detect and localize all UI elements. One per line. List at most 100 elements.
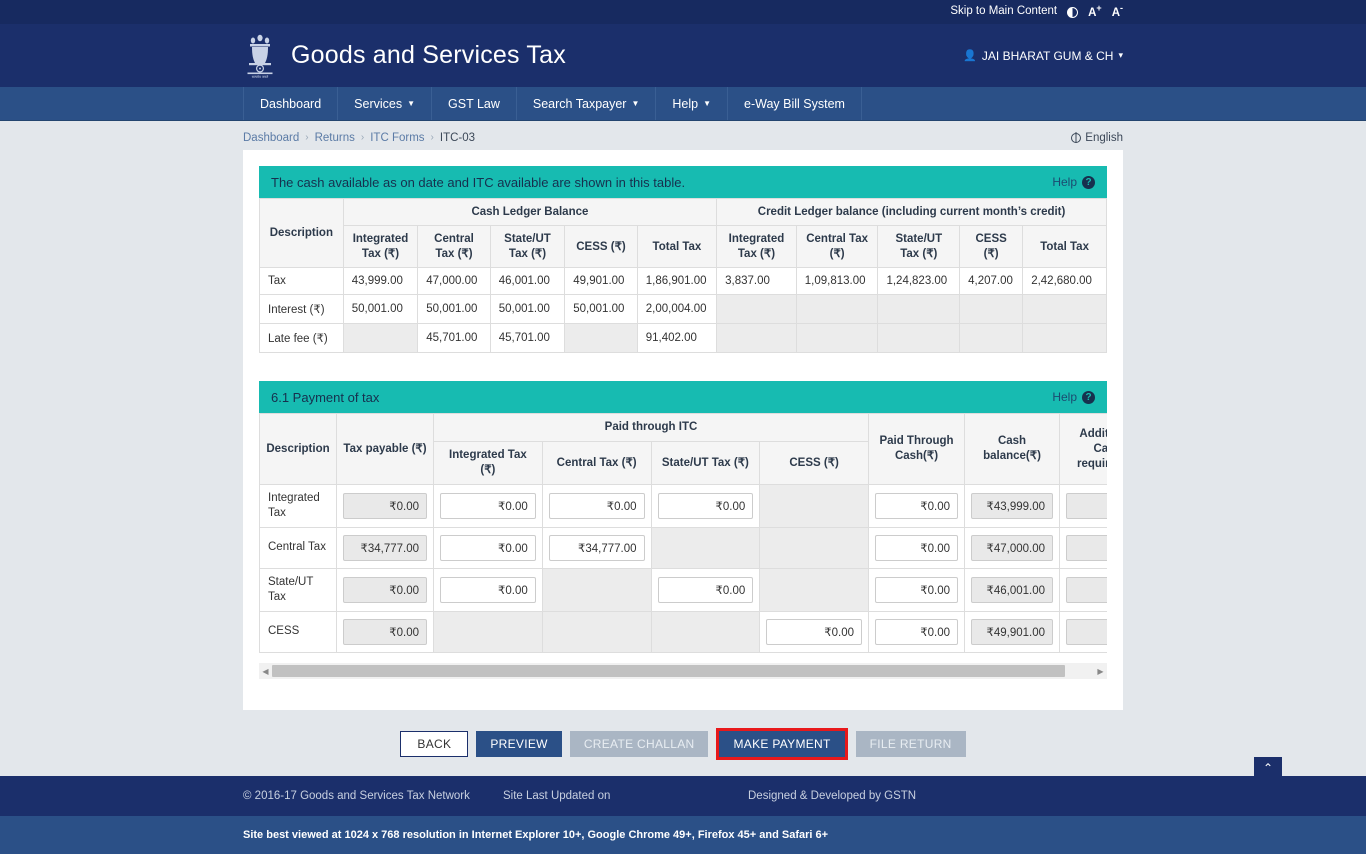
tax-payable-input — [343, 576, 427, 603]
cell-empty — [342, 323, 419, 354]
itc-state-input[interactable] — [657, 492, 754, 519]
itc-cess-input[interactable] — [766, 618, 862, 645]
subheader-credit-integrated-tax: Integrated Tax (₹) — [716, 225, 797, 269]
subheader-cash-central-tax: Central Tax (₹) — [417, 225, 491, 269]
user-icon: 👤 — [963, 50, 977, 62]
row-label: Integrated Tax — [259, 483, 337, 528]
footer-best-viewed: Site best viewed at 1024 x 768 resolutio… — [243, 829, 829, 841]
user-menu[interactable]: 👤 JAI BHARAT GUM & CH ▾ — [963, 49, 1123, 63]
itc-central-input[interactable] — [548, 534, 645, 561]
language-selector[interactable]: English — [1071, 132, 1123, 144]
cell-paid-cash — [868, 610, 965, 653]
breadcrumb-item-itc-03: ITC-03 — [439, 131, 476, 144]
nav-item-help[interactable]: Help ▼ — [656, 87, 729, 120]
cell-additional-cash — [1059, 567, 1107, 612]
footer-last-updated: Site Last Updated on — [503, 790, 611, 802]
table-row: Central Tax — [259, 526, 1107, 569]
subheader-cash-state-ut-tax: State/UT Tax (₹) — [489, 225, 566, 269]
itc-integrated-input[interactable] — [440, 576, 536, 603]
breadcrumb-item-itc-forms[interactable]: ITC Forms — [370, 132, 424, 144]
nav-item-gst-law[interactable]: GST Law — [432, 87, 517, 120]
row-label: Interest (₹) — [259, 294, 344, 325]
payment-panel-header: 6.1 Payment of tax Help ? — [259, 381, 1107, 414]
cell-cash-balance — [964, 567, 1060, 612]
header-cash-ledger-balance: Cash Ledger Balance — [342, 197, 718, 227]
cell-itc-integrated — [433, 526, 543, 569]
scrollbar-track[interactable] — [272, 663, 1094, 680]
horizontal-scrollbar[interactable]: ◀ ▶ — [259, 662, 1107, 680]
header-description: Description — [259, 413, 337, 485]
cell-itc-integrated — [433, 483, 543, 528]
paid-cash-input[interactable] — [875, 534, 958, 561]
font-increase-button[interactable]: A+ — [1088, 4, 1102, 19]
font-decrease-label: A — [1111, 7, 1120, 20]
payment-panel-heading: 6.1 Payment of tax — [271, 389, 380, 405]
file-return-button[interactable]: FILE RETURN — [855, 731, 966, 757]
cell-itc-integrated — [433, 567, 543, 612]
header-paid-through-cash: Paid Through Cash(₹) — [868, 413, 965, 485]
cell-empty — [795, 323, 879, 354]
help-circle-icon: ? — [1082, 390, 1095, 404]
breadcrumb-item-returns[interactable]: Returns — [315, 132, 355, 144]
scrollbar-thumb[interactable] — [272, 665, 1066, 678]
cell-empty — [716, 323, 797, 354]
main-navigation: Dashboard Services ▼ GST Law Search Taxpa… — [0, 87, 1366, 121]
additional-cash-input — [1066, 576, 1107, 603]
cell-tax-payable — [336, 567, 434, 612]
help-circle-icon: ? — [1082, 175, 1095, 189]
cell-empty — [716, 294, 797, 325]
site-header: सत्यमेव जयते Goods and Services Tax 👤 JA… — [0, 24, 1366, 87]
footer-main: © 2016-17 Goods and Services Tax Network… — [0, 776, 1366, 816]
payment-help-link[interactable]: Help ? — [1052, 390, 1095, 404]
scroll-to-top-button[interactable]: ⌃ — [1254, 757, 1282, 779]
make-payment-highlight: MAKE PAYMENT — [716, 728, 848, 760]
breadcrumb-item-dashboard[interactable]: Dashboard — [243, 132, 299, 144]
preview-button[interactable]: PREVIEW — [476, 731, 562, 757]
footer-bottom: Site best viewed at 1024 x 768 resolutio… — [0, 816, 1366, 854]
back-button[interactable]: BACK — [400, 731, 469, 757]
ledger-table-body: Tax 43,999.00 47,000.00 46,001.00 49,901… — [259, 267, 1107, 354]
itc-integrated-input[interactable] — [440, 534, 536, 561]
ledger-help-link[interactable]: Help ? — [1052, 175, 1095, 189]
cell-empty — [650, 610, 761, 653]
itc-state-input[interactable] — [657, 576, 754, 603]
globe-icon — [1071, 132, 1082, 143]
nav-item-search-taxpayer[interactable]: Search Taxpayer ▼ — [517, 87, 657, 120]
contrast-toggle-icon[interactable] — [1067, 6, 1079, 18]
cell-value: 46,001.00 — [489, 267, 566, 296]
paid-cash-input[interactable] — [875, 492, 958, 519]
table-row: State/UT Tax — [259, 567, 1107, 612]
row-label: CESS — [259, 610, 337, 653]
subheader-cash-integrated-tax: Integrated Tax (₹) — [342, 225, 419, 269]
nav-item-dashboard[interactable]: Dashboard — [243, 87, 339, 120]
cell-value: 45,701.00 — [417, 323, 491, 354]
itc-integrated-input[interactable] — [440, 492, 536, 519]
cell-empty — [1022, 323, 1107, 354]
itc-central-input[interactable] — [548, 492, 645, 519]
cell-empty — [759, 483, 869, 528]
paid-cash-input[interactable] — [875, 576, 958, 603]
payment-table-scroll-container: Description Tax payable (₹) Paid through… — [259, 413, 1107, 680]
cell-cash-balance — [964, 610, 1060, 653]
header-tax-payable: Tax payable (₹) — [336, 413, 434, 485]
subheader-credit-central-tax: Central Tax (₹) — [795, 225, 879, 269]
scroll-right-arrow-icon[interactable]: ▶ — [1094, 663, 1107, 680]
cell-additional-cash — [1059, 610, 1107, 653]
scroll-left-arrow-icon[interactable]: ◀ — [259, 663, 272, 680]
paid-cash-input[interactable] — [875, 618, 958, 645]
make-payment-button[interactable]: MAKE PAYMENT — [719, 731, 845, 757]
create-challan-button[interactable]: CREATE CHALLAN — [569, 731, 709, 757]
nav-item-services[interactable]: Services ▼ — [338, 87, 433, 120]
skip-to-main-content-link[interactable]: Skip to Main Content — [950, 6, 1057, 18]
nav-item-eway-bill-system[interactable]: e-Way Bill System — [728, 87, 862, 120]
page-title: Goods and Services Tax — [291, 41, 566, 69]
font-decrease-button[interactable]: A- — [1112, 4, 1123, 19]
footer-copyright: © 2016-17 Goods and Services Tax Network — [243, 790, 470, 802]
additional-cash-input — [1066, 492, 1107, 519]
cell-paid-cash — [868, 526, 965, 569]
tax-payable-input — [343, 534, 427, 561]
ledger-balance-table: Description Cash Ledger Balance Credit L… — [259, 197, 1107, 354]
subheader-credit-total-tax: Total Tax — [1022, 225, 1107, 269]
language-label: English — [1085, 131, 1123, 144]
payment-of-tax-table: Description Tax payable (₹) Paid through… — [259, 413, 1107, 653]
